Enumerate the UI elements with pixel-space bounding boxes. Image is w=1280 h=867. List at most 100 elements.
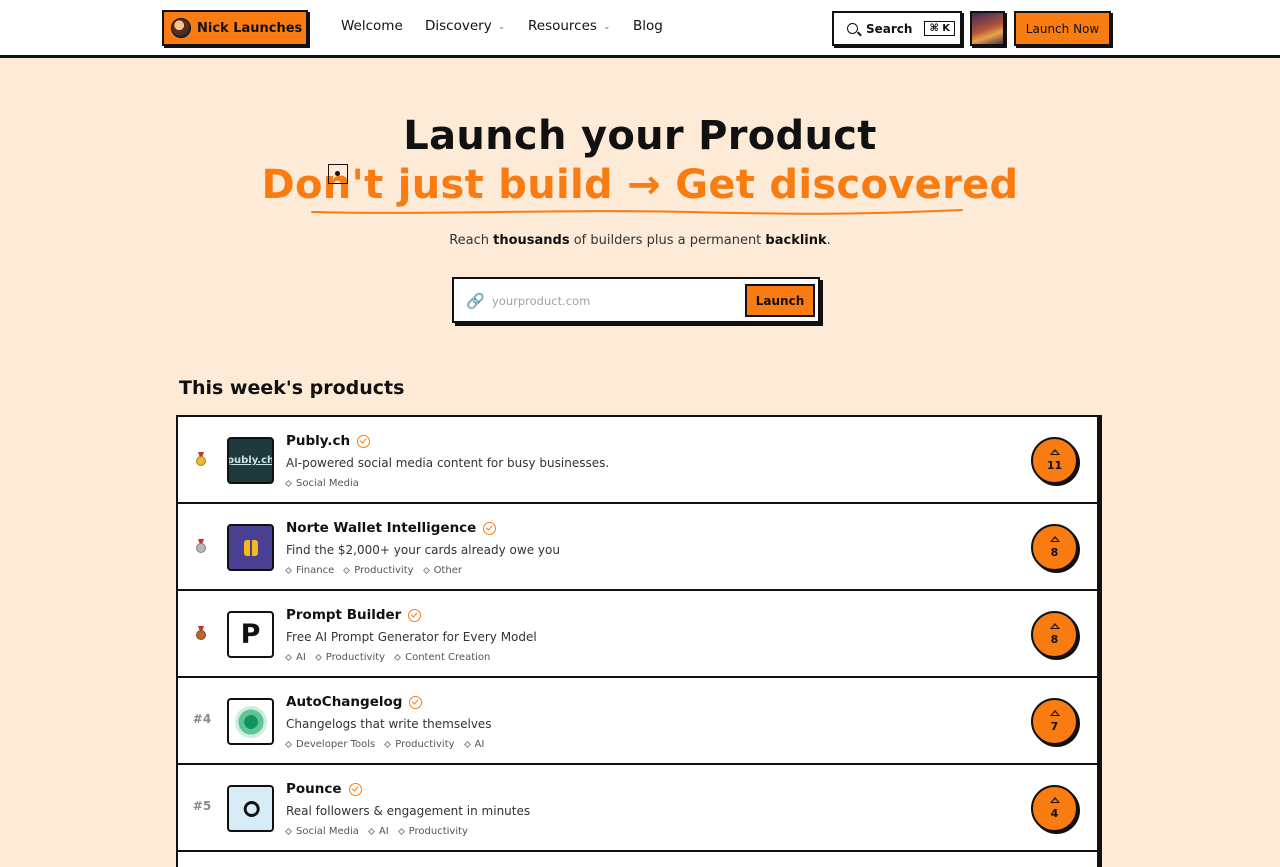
tag-label: Productivity bbox=[354, 565, 414, 576]
tag-diamond-icon bbox=[284, 827, 293, 836]
product-name-group: Norte Wallet Intelligence bbox=[286, 520, 497, 536]
tagline-text: . bbox=[826, 233, 831, 248]
tag-label: Finance bbox=[296, 565, 335, 576]
product-row[interactable]: P Prompt Builder Free AI Prompt Generato… bbox=[178, 591, 1097, 678]
product-logo[interactable]: ഠ bbox=[227, 785, 274, 832]
tag-label: Social Media bbox=[296, 826, 359, 837]
tagline-bold-thousands: thousands bbox=[493, 233, 570, 248]
product-tags: Social Media bbox=[284, 478, 359, 489]
tag-label: AI bbox=[474, 739, 485, 750]
upvote-button[interactable]: 8 bbox=[1031, 524, 1078, 571]
section-title: This week's products bbox=[179, 377, 405, 399]
tag-label: Productivity bbox=[395, 739, 455, 750]
tag-diamond-icon bbox=[384, 740, 392, 749]
tag-label: Productivity bbox=[408, 826, 468, 837]
tag-diamond-icon bbox=[284, 740, 293, 749]
tagline-text: Reach bbox=[449, 233, 494, 248]
product-name[interactable]: Publy.ch bbox=[286, 433, 350, 449]
product-name[interactable]: AutoChangelog bbox=[286, 694, 402, 710]
vote-count: 4 bbox=[1050, 807, 1059, 820]
verified-check-icon bbox=[408, 608, 422, 622]
upvote-arrow-icon bbox=[1049, 797, 1060, 803]
product-logo[interactable] bbox=[227, 524, 274, 571]
launch-url-form: 🔗 Launch bbox=[452, 277, 820, 323]
product-name[interactable]: Prompt Builder bbox=[286, 607, 401, 623]
product-tag[interactable]: Productivity bbox=[384, 739, 455, 750]
nav-resources[interactable]: Resources ⌄ bbox=[528, 18, 611, 34]
upvote-arrow-icon bbox=[1049, 710, 1060, 716]
product-name-group: AutoChangelog bbox=[286, 694, 423, 710]
nav-discovery-label: Discovery bbox=[425, 18, 492, 34]
nav-resources-label: Resources bbox=[528, 18, 597, 34]
nav-blog[interactable]: Blog bbox=[633, 18, 663, 34]
tag-diamond-icon bbox=[343, 566, 351, 575]
upvote-button[interactable]: 7 bbox=[1031, 698, 1078, 745]
user-avatar[interactable] bbox=[970, 11, 1005, 46]
product-tag[interactable]: Social Media bbox=[284, 826, 359, 837]
product-tag[interactable]: Developer Tools bbox=[284, 739, 376, 750]
hero-subtitle: Don't just build → Get discovered bbox=[261, 162, 1019, 208]
logo-label: Nick Launches bbox=[197, 20, 303, 36]
product-tag[interactable]: Content Creation bbox=[394, 652, 490, 663]
tag-diamond-icon bbox=[284, 653, 293, 662]
product-description: AI-powered social media content for busy… bbox=[286, 456, 610, 470]
bronze-medal-icon bbox=[195, 626, 207, 640]
product-logo[interactable] bbox=[227, 698, 274, 745]
tag-label: Developer Tools bbox=[296, 739, 376, 750]
chevron-down-icon: ⌄ bbox=[497, 22, 506, 32]
nav-blog-label: Blog bbox=[633, 18, 663, 34]
product-row[interactable]: #4 AutoChangelog Changelogs that write t… bbox=[178, 678, 1097, 765]
circle-logo-icon bbox=[234, 705, 267, 738]
product-row[interactable]: publy.ch Publy.ch AI-powered social medi… bbox=[178, 417, 1097, 504]
tag-diamond-icon bbox=[284, 479, 293, 488]
nav-welcome-label: Welcome bbox=[341, 18, 403, 34]
product-url-input[interactable] bbox=[492, 287, 740, 315]
tag-label: Other bbox=[433, 565, 462, 576]
launch-now-button[interactable]: Launch Now bbox=[1014, 11, 1111, 46]
product-tag[interactable]: Social Media bbox=[284, 478, 359, 489]
logo-button[interactable]: Nick Launches bbox=[162, 10, 308, 46]
upvote-button[interactable]: 11 bbox=[1031, 437, 1078, 484]
tag-diamond-icon bbox=[394, 653, 402, 662]
silver-medal-icon bbox=[195, 539, 207, 553]
upvote-button[interactable]: 4 bbox=[1031, 785, 1078, 832]
tag-diamond-icon bbox=[284, 566, 293, 575]
product-tag[interactable]: Productivity bbox=[397, 826, 468, 837]
product-logo[interactable]: publy.ch bbox=[227, 437, 274, 484]
product-name-group: Publy.ch bbox=[286, 433, 371, 449]
launch-button[interactable]: Launch bbox=[745, 284, 815, 317]
vote-count: 8 bbox=[1050, 546, 1059, 559]
tag-diamond-icon bbox=[397, 827, 405, 836]
tag-diamond-icon bbox=[463, 740, 471, 749]
product-name[interactable]: Pounce bbox=[286, 781, 342, 797]
product-tag[interactable]: Other bbox=[422, 565, 462, 576]
verified-check-icon bbox=[483, 521, 497, 535]
product-tags: Developer Tools Productivity AI bbox=[284, 739, 485, 750]
product-row[interactable]: Norte Wallet Intelligence Find the $2,00… bbox=[178, 504, 1097, 591]
vote-count: 8 bbox=[1050, 633, 1059, 646]
tag-label: Productivity bbox=[325, 652, 386, 663]
search-button[interactable]: Search ⌘ K bbox=[832, 11, 962, 46]
tag-label: AI bbox=[296, 652, 306, 663]
gold-medal-icon bbox=[195, 452, 207, 466]
product-tag[interactable]: Finance bbox=[284, 565, 335, 576]
product-tag[interactable]: AI bbox=[463, 739, 485, 750]
product-name[interactable]: Norte Wallet Intelligence bbox=[286, 520, 476, 536]
nav-welcome[interactable]: Welcome bbox=[341, 18, 403, 34]
chevron-down-icon: ⌄ bbox=[602, 22, 611, 32]
product-tag[interactable]: Productivity bbox=[314, 652, 386, 663]
search-label: Search bbox=[866, 21, 913, 36]
tagline-text: of builders plus a permanent bbox=[569, 233, 766, 248]
nav-discovery[interactable]: Discovery ⌄ bbox=[425, 18, 505, 34]
upvote-button[interactable]: 8 bbox=[1031, 611, 1078, 658]
vote-count: 11 bbox=[1046, 459, 1063, 472]
upvote-arrow-icon bbox=[1049, 623, 1060, 629]
product-tag[interactable]: AI bbox=[367, 826, 389, 837]
product-description: Find the $2,000+ your cards already owe … bbox=[286, 543, 560, 557]
link-icon: 🔗 bbox=[466, 292, 485, 310]
product-tag[interactable]: Productivity bbox=[343, 565, 414, 576]
product-logo[interactable]: P bbox=[227, 611, 274, 658]
product-row[interactable]: #5 ഠ Pounce Real followers & engagement … bbox=[178, 765, 1097, 852]
product-tag[interactable]: AI bbox=[284, 652, 306, 663]
hero-title: Launch your Product bbox=[403, 113, 877, 159]
